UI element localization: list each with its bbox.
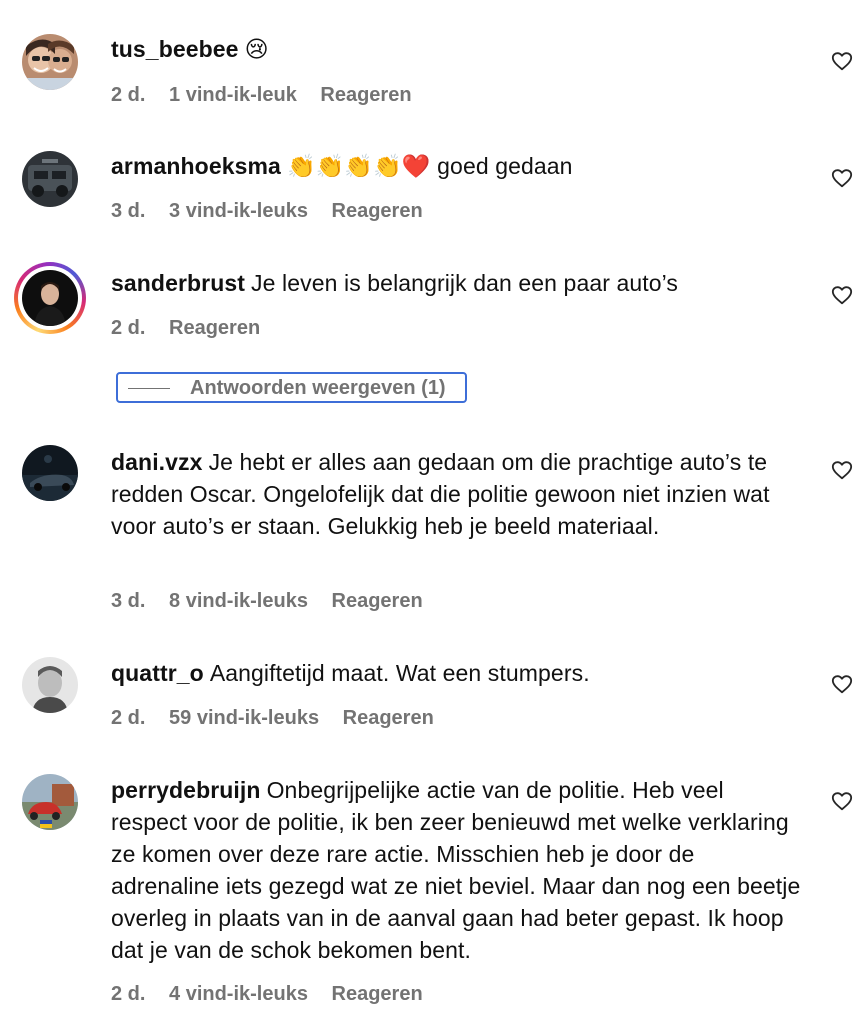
username[interactable]: tus_beebee [111,36,239,62]
like-count[interactable]: 1 vind-ik-leuk [169,84,297,106]
like-count[interactable]: 4 vind-ik-leuks [169,983,308,1005]
avatar-photo [22,774,78,830]
heart-outline-icon[interactable] [831,790,853,812]
like-count[interactable]: 3 vind-ik-leuks [169,200,308,222]
like-count[interactable]: 8 vind-ik-leuks [169,590,308,612]
avatar[interactable] [22,657,78,713]
username[interactable]: perrydebruijn [111,777,261,803]
reply-button[interactable]: Reageren [169,317,260,339]
username[interactable]: dani.vzx [111,449,203,475]
reply-button[interactable]: Reageren [332,983,423,1005]
avatar[interactable] [22,445,78,501]
comment-time[interactable]: 3 d. [111,590,145,612]
username[interactable]: armanhoeksma [111,153,281,179]
avatar-photo [22,657,78,713]
show-replies-button[interactable]: Antwoorden weergeven (1) [116,372,467,403]
comment-time[interactable]: 2 d. [111,317,145,339]
comment-meta: 2 d. 1 vind-ik-leuk Reageren [111,84,430,107]
comment-time[interactable]: 2 d. [111,983,145,1005]
reply-button[interactable]: Reageren [343,707,434,729]
heart-outline-icon[interactable] [831,673,853,695]
comment-time[interactable]: 3 d. [111,200,145,222]
comment-text: sanderbrust Je leven is belangrijk dan ee… [111,267,801,299]
comment-meta: 2 d. 59 vind-ik-leuks Reageren [111,707,452,730]
comment-text: tus_beebee 😢 [111,33,801,65]
story-ring[interactable] [14,262,86,334]
like-count[interactable]: 59 vind-ik-leuks [169,707,319,729]
comment-meta: 3 d. 8 vind-ik-leuks Reageren [111,590,441,613]
comment-body: Onbegrijpelijke actie van de politie. He… [111,777,801,963]
avatar [22,270,78,326]
comment-meta: 2 d. 4 vind-ik-leuks Reageren [111,983,441,1006]
avatar-photo [22,270,78,326]
comment-body: Je hebt er alles aan gedaan om die prach… [111,449,770,539]
comment-text: armanhoeksma 👏👏👏👏❤️ goed gedaan [111,150,801,182]
username[interactable]: quattr_o [111,660,204,686]
avatar[interactable] [22,151,78,207]
reply-button[interactable]: Reageren [332,590,423,612]
avatar[interactable] [22,34,78,90]
avatar-photo [22,34,78,90]
heart-outline-icon[interactable] [831,284,853,306]
comment-body: Aangiftetijd maat. Wat een stumpers. [209,660,590,686]
avatar-photo [22,151,78,207]
avatar-photo [22,445,78,501]
reply-button[interactable]: Reageren [320,84,411,106]
reply-button[interactable]: Reageren [332,200,423,222]
comment-body: Je leven is belangrijk dan een paar auto… [251,270,679,296]
comment-time[interactable]: 2 d. [111,84,145,106]
heart-outline-icon[interactable] [831,50,853,72]
comment-text: dani.vzx Je hebt er alles aan gedaan om d… [111,446,801,542]
emoji-crying: 😢 [244,36,269,62]
avatar[interactable] [22,774,78,830]
heart-outline-icon[interactable] [831,459,853,481]
comment-body: goed gedaan [437,153,573,179]
emoji-clapping-heart: 👏👏👏👏❤️ [286,153,431,179]
heart-outline-icon[interactable] [831,167,853,189]
comment-meta: 2 d. Reageren [111,317,278,340]
show-replies-label: Antwoorden weergeven (1) [190,377,446,399]
comment-text: quattr_o Aangiftetijd maat. Wat een stump… [111,657,801,689]
comment-time[interactable]: 2 d. [111,707,145,729]
replies-divider-line [128,388,170,389]
comment-text: perrydebruijn Onbegrijpelijke actie van d… [111,774,801,966]
username[interactable]: sanderbrust [111,270,245,296]
comment-meta: 3 d. 3 vind-ik-leuks Reageren [111,200,441,223]
